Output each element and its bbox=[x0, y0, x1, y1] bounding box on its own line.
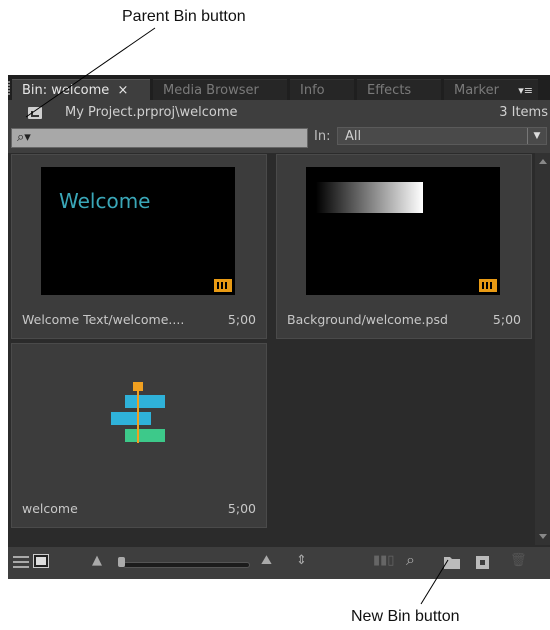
tab-label: Media Browser bbox=[163, 83, 259, 98]
icon-view-icon[interactable] bbox=[33, 554, 49, 568]
tab-label: Bin: welcome bbox=[22, 83, 110, 98]
sequence-icon bbox=[111, 382, 165, 443]
gradient-image bbox=[316, 182, 423, 213]
parent-bin-icon[interactable] bbox=[28, 107, 42, 119]
tab-label: Marker bbox=[454, 83, 499, 98]
item-count: 3 Items bbox=[499, 105, 548, 120]
item-name: welcome bbox=[22, 501, 78, 516]
item-name: Background/welcome.psd bbox=[287, 312, 448, 327]
chevron-down-icon: ▼ bbox=[527, 128, 546, 144]
scroll-up-icon[interactable] bbox=[539, 159, 547, 164]
in-filter-dropdown[interactable]: All ▼ bbox=[337, 127, 547, 145]
zoom-slider-knob[interactable] bbox=[118, 557, 125, 567]
new-bin-callout: New Bin button bbox=[351, 608, 460, 625]
film-icon bbox=[479, 279, 497, 292]
item-name: Welcome Text/welcome.... bbox=[22, 312, 185, 327]
bin-toolbar: ▲ ⛰ ⇕ ▮▮▯ ⌕ 🗑 bbox=[8, 547, 550, 579]
bin-path-bar: My Project.prproj\welcome 3 Items bbox=[8, 100, 550, 125]
tab-label: Info bbox=[300, 83, 325, 98]
panel-grip-icon[interactable] bbox=[8, 81, 11, 97]
tab-media-browser[interactable]: Media Browser bbox=[153, 79, 287, 100]
search-icon[interactable]: ⌕▾ bbox=[17, 130, 31, 145]
search-input[interactable]: ⌕▾ bbox=[11, 128, 308, 148]
sort-icon[interactable]: ⇕ bbox=[296, 553, 307, 568]
project-item[interactable]: Background/welcome.psd 5;00 bbox=[276, 154, 532, 339]
tab-effects[interactable]: Effects bbox=[357, 79, 441, 100]
tab-close-icon[interactable]: × bbox=[117, 83, 128, 98]
tab-marker[interactable]: Marker ▾≡ bbox=[444, 79, 538, 100]
project-item[interactable]: Welcome Welcome Text/welcome.... 5;00 bbox=[11, 154, 267, 339]
bin-icon-grid: Welcome Welcome Text/welcome.... 5;00 Ba… bbox=[8, 153, 533, 545]
project-panel: Bin: welcome × Media Browser Info Effect… bbox=[8, 75, 550, 579]
thumbnail bbox=[306, 167, 500, 295]
thumbnail: Welcome bbox=[41, 167, 235, 295]
clear-icon: 🗑 bbox=[510, 553, 527, 568]
search-bar: ⌕▾ In: All ▼ bbox=[8, 125, 550, 153]
item-duration: 5;00 bbox=[492, 312, 521, 327]
bin-path: My Project.prproj\welcome bbox=[65, 105, 238, 120]
film-icon bbox=[214, 279, 232, 292]
parent-bin-callout: Parent Bin button bbox=[122, 8, 246, 25]
scroll-down-icon[interactable] bbox=[539, 534, 547, 539]
item-duration: 5;00 bbox=[227, 312, 256, 327]
zoom-in-icon[interactable]: ⛰ bbox=[261, 553, 272, 568]
thumbnail-title-text: Welcome bbox=[59, 189, 151, 213]
item-duration: 5;00 bbox=[227, 501, 256, 516]
new-bin-icon[interactable] bbox=[444, 555, 460, 569]
list-view-icon[interactable] bbox=[13, 556, 29, 570]
new-item-icon[interactable] bbox=[476, 556, 489, 569]
find-icon[interactable]: ⌕ bbox=[406, 550, 415, 570]
in-filter-value: All bbox=[345, 129, 362, 144]
vertical-scrollbar[interactable] bbox=[535, 153, 550, 545]
project-item[interactable]: welcome 5;00 bbox=[11, 343, 267, 528]
panel-menu-icon[interactable]: ▾≡ bbox=[518, 80, 533, 100]
tab-label: Effects bbox=[367, 83, 412, 98]
zoom-slider[interactable] bbox=[123, 562, 250, 568]
in-label: In: bbox=[314, 129, 331, 144]
zoom-out-icon[interactable]: ▲ bbox=[92, 553, 102, 568]
automate-to-sequence-icon: ▮▮▯ bbox=[373, 553, 395, 568]
panel-tab-strip: Bin: welcome × Media Browser Info Effect… bbox=[8, 75, 550, 100]
tab-info[interactable]: Info bbox=[290, 79, 354, 100]
tab-bin-welcome[interactable]: Bin: welcome × bbox=[12, 79, 150, 100]
